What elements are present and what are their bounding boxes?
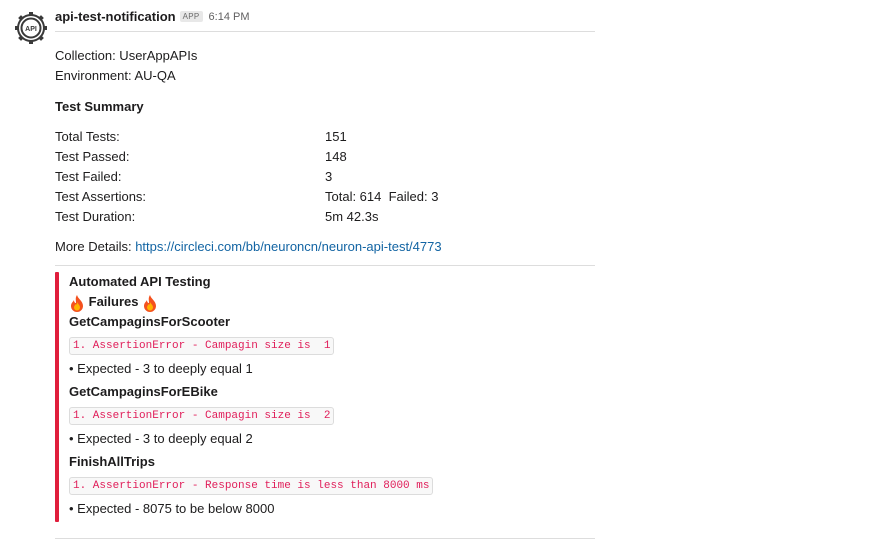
failure-name: GetCampaginsForScooter: [69, 314, 231, 329]
failure-name: GetCampaginsForEBike: [69, 384, 218, 399]
fire-icon: [144, 294, 157, 312]
failures-heading: Failures: [69, 293, 158, 312]
summary-label-assertions: Test Assertions:: [55, 189, 147, 204]
circleci-link[interactable]: https://circleci.com/bb/neuroncn/neuron-…: [135, 239, 441, 254]
summary-label-total-tests: Total Tests:: [55, 129, 120, 144]
collection-line: Collection: UserAppAPIs: [55, 48, 198, 63]
app-badge: APP: [179, 11, 203, 22]
failure-detail: • Expected - 8075 to be below 8000: [69, 501, 275, 516]
summary-value-duration: 5m 42.3s: [325, 209, 379, 224]
summary-label-passed: Test Passed:: [55, 149, 130, 164]
summary-title: Test Summary: [55, 99, 144, 114]
message-timestamp[interactable]: 6:14 PM: [209, 11, 250, 23]
summary-value-total-tests: 151: [325, 129, 347, 144]
failure-name: FinishAllTrips: [69, 454, 155, 469]
summary-value-passed: 148: [325, 149, 347, 164]
attachment-accent-bar: [55, 272, 59, 522]
failure-error-code: 1. AssertionError - Campagin size is 2: [69, 407, 335, 425]
failure-error-code: 1. AssertionError - Campagin size is 1: [69, 337, 335, 355]
failure-detail: • Expected - 3 to deeply equal 2: [69, 431, 253, 446]
summary-value-failed: 3: [325, 169, 333, 184]
attachment-title: Automated API Testing: [69, 274, 211, 289]
environment-line: Environment: AU-QA: [55, 68, 176, 83]
summary-label-duration: Test Duration:: [55, 209, 136, 224]
avatar-label: API: [25, 26, 37, 33]
sender-name[interactable]: api-test-notification: [55, 9, 176, 24]
summary-value-assertions: Total: 614 Failed: 3: [325, 189, 439, 204]
more-details-line: More Details: https://circleci.com/bb/ne…: [55, 238, 442, 256]
summary-label-failed: Test Failed:: [55, 169, 122, 184]
failure-detail: • Expected - 3 to deeply equal 1: [69, 361, 253, 376]
app-avatar-gear-icon[interactable]: API: [14, 10, 48, 46]
fire-icon: [71, 294, 83, 312]
failure-error-code: 1. AssertionError - Response time is les…: [69, 477, 434, 495]
divider-middle: [55, 265, 595, 266]
message-header: api-test-notification APP 6:14 PM: [55, 9, 250, 24]
more-details-label: More Details:: [55, 239, 132, 254]
divider-bottom: [55, 538, 595, 539]
failures-label: Failures: [88, 294, 139, 309]
divider-top: [55, 31, 595, 32]
